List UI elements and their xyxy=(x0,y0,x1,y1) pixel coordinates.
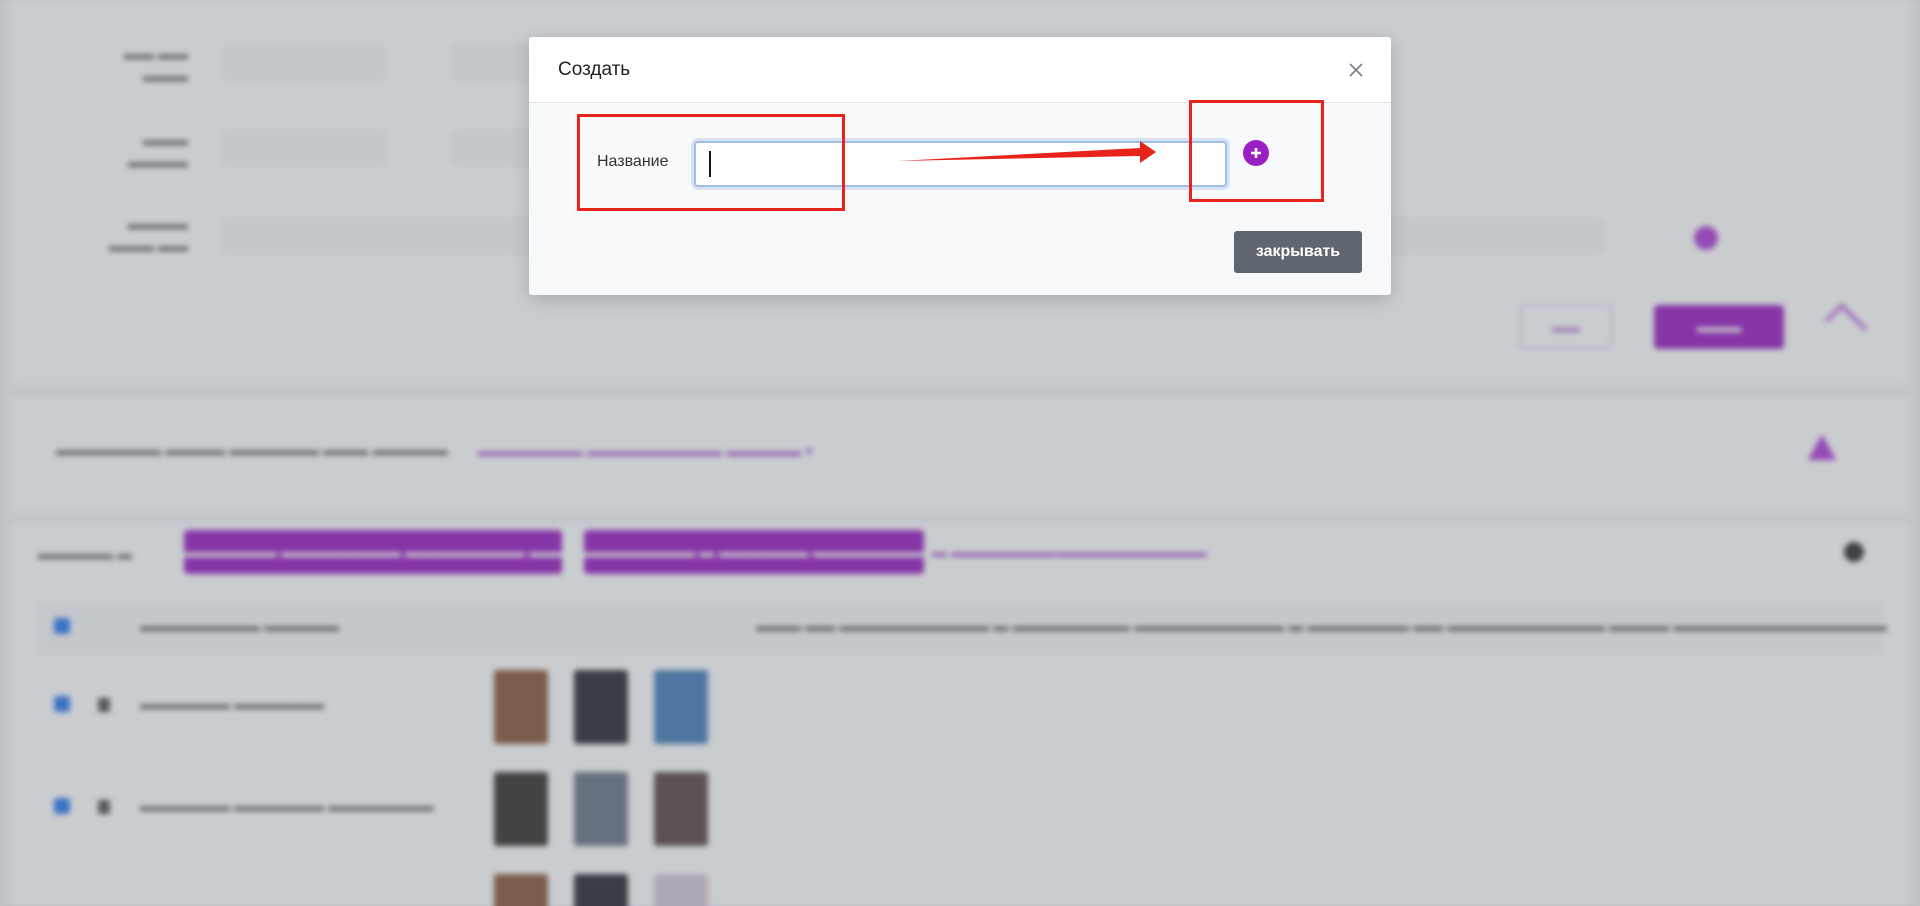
annotation-arrow xyxy=(898,141,1156,163)
